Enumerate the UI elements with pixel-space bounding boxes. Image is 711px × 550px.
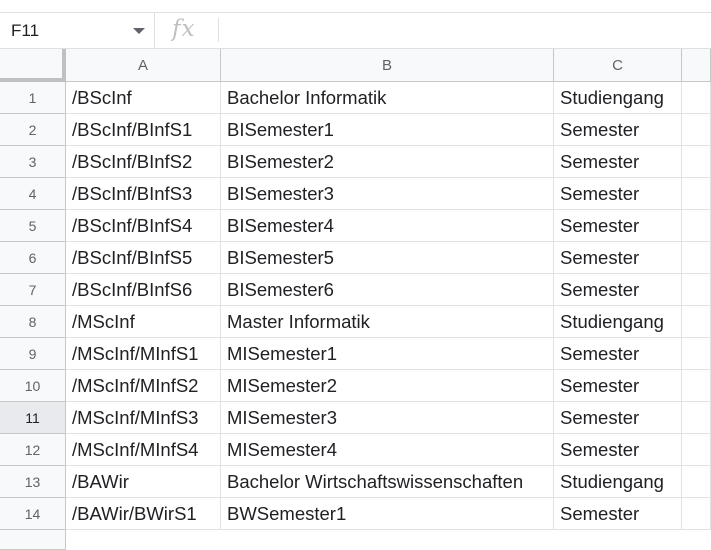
cell-empty[interactable] (682, 402, 711, 434)
row-header[interactable]: 7 (0, 274, 66, 306)
cell-c6[interactable]: Semester (554, 242, 682, 274)
name-box-value: F11 (11, 21, 40, 40)
cell-c5[interactable]: Semester (554, 210, 682, 242)
cell-b9[interactable]: MISemester1 (221, 338, 554, 370)
cell-empty[interactable] (682, 338, 711, 370)
cell-b12[interactable]: MISemester4 (221, 434, 554, 466)
formula-input[interactable] (225, 13, 711, 48)
cell-a8[interactable]: /MScInf (66, 306, 221, 338)
cell-a3[interactable]: /BScInf/BInfS2 (66, 146, 221, 178)
cell-c10[interactable]: Semester (554, 370, 682, 402)
cell-b3[interactable]: BISemester2 (221, 146, 554, 178)
cell-a10[interactable]: /MScInf/MInfS2 (66, 370, 221, 402)
cell-a6[interactable]: /BScInf/BInfS5 (66, 242, 221, 274)
row-header[interactable]: 10 (0, 370, 66, 402)
cell-c8[interactable]: Studiengang (554, 306, 682, 338)
cell-a12[interactable]: /MScInf/MInfS4 (66, 434, 221, 466)
row-header[interactable]: 8 (0, 306, 66, 338)
column-header-c[interactable]: C (554, 49, 682, 82)
cell-a13[interactable]: /BAWir (66, 466, 221, 498)
cell-b13[interactable]: Bachelor Wirtschaftswissenschaften (221, 466, 554, 498)
cell-c9[interactable]: Semester (554, 338, 682, 370)
select-all-corner[interactable] (0, 49, 66, 82)
cell-b2[interactable]: BISemester1 (221, 114, 554, 146)
cell-b14[interactable]: BWSemester1 (221, 498, 554, 530)
cell-empty[interactable] (682, 242, 711, 274)
cell-empty[interactable] (682, 146, 711, 178)
name-box[interactable]: F11 (0, 13, 155, 48)
fx-icon: fx (172, 16, 196, 42)
cell-c14[interactable]: Semester (554, 498, 682, 530)
row-header[interactable]: 1 (0, 82, 66, 114)
row-header[interactable]: 4 (0, 178, 66, 210)
cell-c7[interactable]: Semester (554, 274, 682, 306)
cell-a9[interactable]: /MScInf/MInfS1 (66, 338, 221, 370)
row-header[interactable]: 13 (0, 466, 66, 498)
cell-b4[interactable]: BISemester3 (221, 178, 554, 210)
cell-c1[interactable]: Studiengang (554, 82, 682, 114)
cell-c11[interactable]: Semester (554, 402, 682, 434)
cell-empty[interactable] (682, 434, 711, 466)
cell-a7[interactable]: /BScInf/BInfS6 (66, 274, 221, 306)
cell-a11[interactable]: /MScInf/MInfS3 (66, 402, 221, 434)
cell-b10[interactable]: MISemester2 (221, 370, 554, 402)
row-header[interactable]: 11 (0, 402, 66, 434)
cell-c3[interactable]: Semester (554, 146, 682, 178)
cell-a4[interactable]: /BScInf/BInfS3 (66, 178, 221, 210)
cell-c2[interactable]: Semester (554, 114, 682, 146)
column-header-next[interactable] (682, 49, 711, 82)
cell-a1[interactable]: /BScInf (66, 82, 221, 114)
row-header[interactable]: 6 (0, 242, 66, 274)
cell-b7[interactable]: BISemester6 (221, 274, 554, 306)
cell-empty[interactable] (682, 370, 711, 402)
cell-empty[interactable] (682, 82, 711, 114)
cell-a5[interactable]: /BScInf/BInfS4 (66, 210, 221, 242)
dropdown-caret-icon[interactable] (133, 28, 145, 34)
cell-empty[interactable] (682, 466, 711, 498)
cell-c13[interactable]: Studiengang (554, 466, 682, 498)
row-header[interactable]: 2 (0, 114, 66, 146)
cell-b11[interactable]: MISemester3 (221, 402, 554, 434)
cell-empty[interactable] (682, 274, 711, 306)
cell-c4[interactable]: Semester (554, 178, 682, 210)
row-header[interactable]: 12 (0, 434, 66, 466)
cell-b8[interactable]: Master Informatik (221, 306, 554, 338)
cell-b1[interactable]: Bachelor Informatik (221, 82, 554, 114)
cell-c12[interactable]: Semester (554, 434, 682, 466)
cell-empty[interactable] (682, 210, 711, 242)
row-header[interactable]: 9 (0, 338, 66, 370)
column-header-b[interactable]: B (221, 49, 554, 82)
cell-empty[interactable] (682, 306, 711, 338)
cell-a14[interactable]: /BAWir/BWirS1 (66, 498, 221, 530)
column-header-a[interactable]: A (66, 49, 221, 82)
row-header[interactable]: 5 (0, 210, 66, 242)
formula-divider (218, 18, 219, 42)
cell-b5[interactable]: BISemester4 (221, 210, 554, 242)
row-header[interactable] (0, 530, 66, 550)
cell-a2[interactable]: /BScInf/BInfS1 (66, 114, 221, 146)
row-header[interactable]: 3 (0, 146, 66, 178)
cell-empty[interactable] (682, 178, 711, 210)
cell-b6[interactable]: BISemester5 (221, 242, 554, 274)
formula-bar: F11 fx (0, 12, 711, 49)
cell-empty[interactable] (682, 498, 711, 530)
row-header[interactable]: 14 (0, 498, 66, 530)
cell-empty[interactable] (682, 114, 711, 146)
spreadsheet-grid: A B C 1/BScInf Bachelor Informatik Studiengan… (0, 49, 711, 550)
